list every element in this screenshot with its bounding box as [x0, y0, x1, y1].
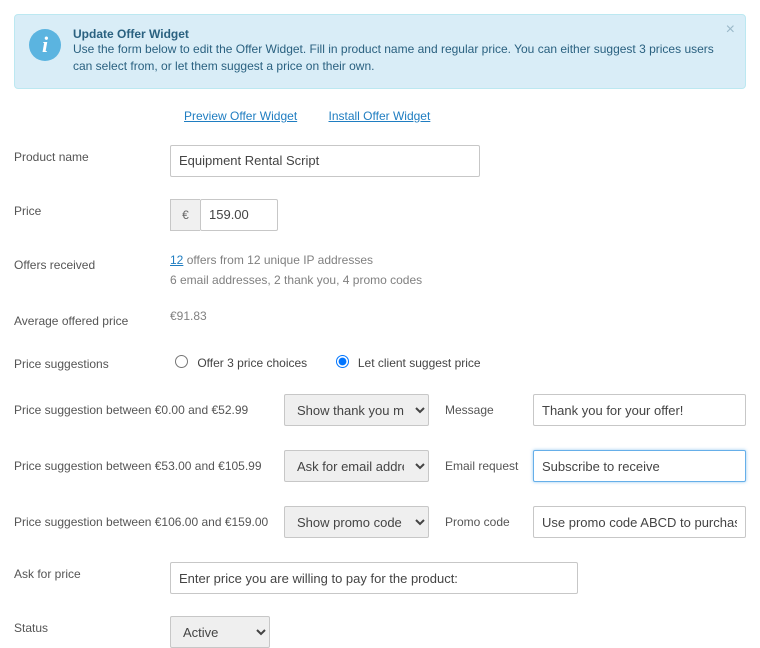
product-name-input[interactable] — [170, 145, 480, 177]
suggestion-range-1: Price suggestion between €53.00 and €105… — [14, 458, 284, 475]
offers-line1-remainder: offers from 12 unique IP addresses — [183, 253, 373, 267]
suggestion-field-label-2: Promo code — [445, 515, 533, 529]
average-price-value: €91.83 — [170, 309, 746, 323]
suggestion-action-select-1[interactable]: Ask for email address — [284, 450, 429, 482]
suggestion-field-input-2[interactable] — [533, 506, 746, 538]
infobox-title: Update Offer Widget — [73, 27, 715, 41]
status-select[interactable]: Active — [170, 616, 270, 648]
offers-line2: 6 email addresses, 2 thank you, 4 promo … — [170, 273, 746, 287]
offers-received-label: Offers received — [14, 253, 170, 274]
close-icon[interactable]: × — [726, 21, 735, 39]
price-label: Price — [14, 199, 170, 220]
info-icon: i — [29, 29, 61, 61]
suggestion-range-2: Price suggestion between €106.00 and €15… — [14, 514, 284, 531]
preview-offer-link[interactable]: Preview Offer Widget — [184, 109, 297, 123]
suggestion-field-label-1: Email request — [445, 459, 533, 473]
average-price-label: Average offered price — [14, 309, 170, 330]
info-box: × i Update Offer Widget Use the form bel… — [14, 14, 746, 89]
ask-for-price-label: Ask for price — [14, 562, 170, 583]
suggestion-field-input-1[interactable] — [533, 450, 746, 482]
offer-form: Product name Price € Offers received 12 … — [14, 145, 746, 648]
status-label: Status — [14, 616, 170, 637]
radio-offer-choices-label: Offer 3 price choices — [197, 356, 307, 370]
suggestion-field-input-0[interactable] — [533, 394, 746, 426]
link-row: Preview Offer Widget Install Offer Widge… — [184, 109, 746, 123]
infobox-description: Use the form below to edit the Offer Wid… — [73, 41, 715, 76]
suggestion-range-0: Price suggestion between €0.00 and €52.9… — [14, 402, 284, 419]
suggestion-action-select-2[interactable]: Show promo code — [284, 506, 429, 538]
radio-offer-choices[interactable] — [175, 355, 188, 368]
install-offer-link[interactable]: Install Offer Widget — [329, 109, 431, 123]
suggestion-field-label-0: Message — [445, 403, 533, 417]
radio-client-suggest-wrapper[interactable]: Let client suggest price — [331, 356, 481, 370]
radio-client-suggest-label: Let client suggest price — [358, 356, 481, 370]
price-input[interactable] — [200, 199, 278, 231]
suggestion-action-select-0[interactable]: Show thank you message — [284, 394, 429, 426]
product-name-label: Product name — [14, 145, 170, 166]
currency-prefix: € — [170, 199, 200, 231]
radio-client-suggest[interactable] — [336, 355, 349, 368]
price-suggestions-label: Price suggestions — [14, 352, 170, 373]
ask-for-price-input[interactable] — [170, 562, 578, 594]
radio-offer-choices-wrapper[interactable]: Offer 3 price choices — [170, 356, 311, 370]
offers-count-link[interactable]: 12 — [170, 253, 183, 267]
